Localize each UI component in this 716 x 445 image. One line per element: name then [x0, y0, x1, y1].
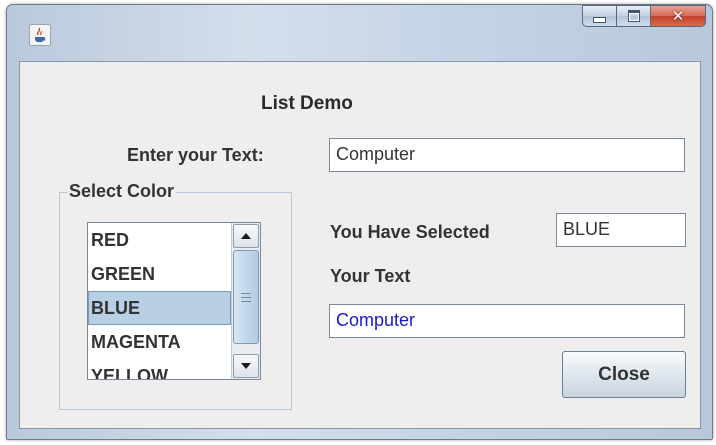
title-bar[interactable]: ✕: [7, 5, 712, 60]
list-scrollbar[interactable]: [231, 223, 260, 379]
scroll-down-button[interactable]: [233, 354, 259, 378]
list-item[interactable]: RED: [88, 223, 231, 257]
your-text-field[interactable]: Computer: [329, 304, 685, 338]
maximize-button[interactable]: [616, 5, 650, 27]
enter-text-label: Enter your Text:: [127, 145, 264, 165]
list-item[interactable]: MAGENTA: [88, 325, 231, 359]
scroll-thumb[interactable]: [233, 250, 259, 344]
enter-text-field[interactable]: Computer: [329, 138, 685, 172]
app-window: ✕ List Demo Enter your Text: Computer Se…: [6, 4, 713, 440]
maximize-icon: [627, 10, 640, 22]
minimize-icon: [593, 17, 606, 23]
minimize-button[interactable]: [582, 5, 616, 27]
list-item[interactable]: GREEN: [88, 257, 231, 291]
close-button[interactable]: Close: [562, 351, 686, 398]
scroll-up-button[interactable]: [233, 224, 259, 248]
your-text-label: Your Text: [330, 266, 411, 286]
content-pane: List Demo Enter your Text: Computer Sele…: [19, 61, 701, 429]
color-list[interactable]: RED GREEN BLUE MAGENTA YELLOW: [87, 222, 261, 380]
selected-color-field[interactable]: BLUE: [556, 213, 686, 247]
you-have-selected-label: You Have Selected: [330, 222, 490, 242]
window-close-button[interactable]: ✕: [650, 5, 706, 27]
color-list-items: RED GREEN BLUE MAGENTA YELLOW: [88, 223, 231, 379]
arrow-down-icon: [241, 363, 251, 369]
java-cup-icon[interactable]: [29, 24, 51, 46]
close-icon: ✕: [671, 6, 685, 25]
list-item[interactable]: YELLOW: [88, 359, 231, 379]
arrow-up-icon: [241, 233, 251, 239]
grip-icon: [241, 292, 251, 302]
select-color-group-title: Select Color: [67, 181, 177, 202]
page-title: List Demo: [261, 93, 353, 114]
list-item[interactable]: BLUE: [88, 291, 231, 325]
window-controls: ✕: [582, 5, 706, 28]
